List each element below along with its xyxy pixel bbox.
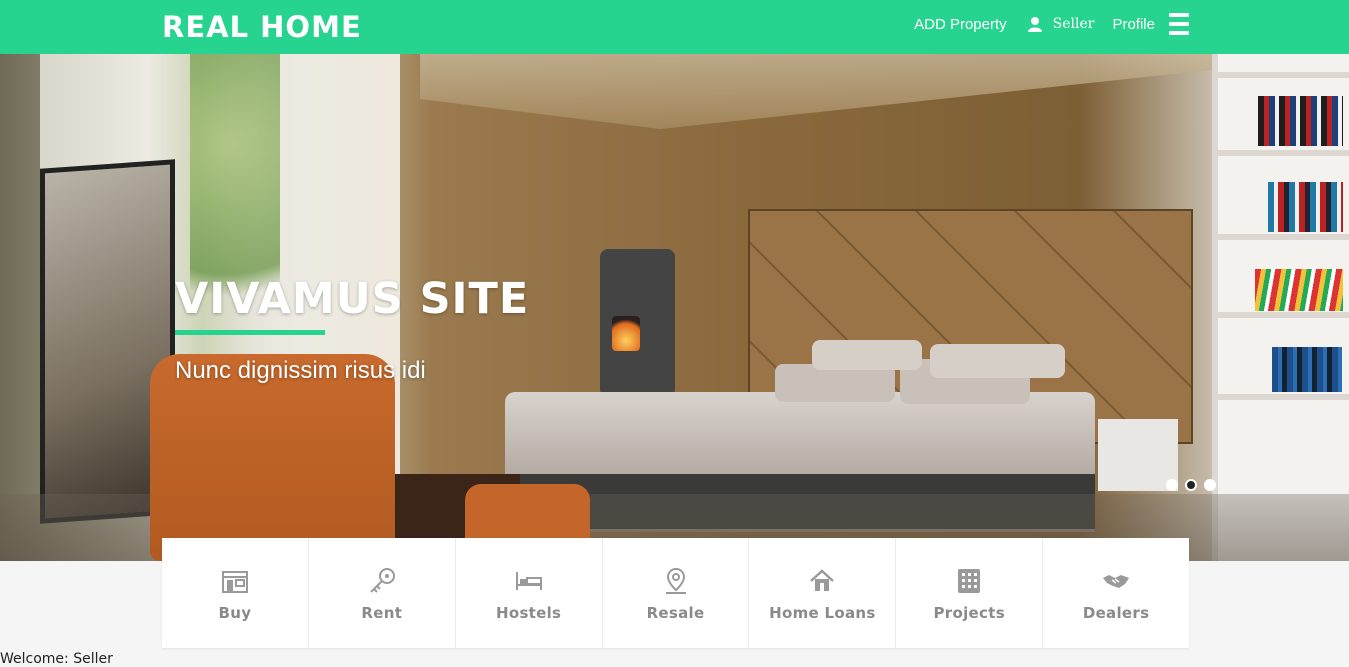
category-rent[interactable]: Rent	[309, 538, 456, 648]
category-projects[interactable]: Projects	[896, 538, 1044, 648]
brand-logo[interactable]: REAL HOME	[162, 10, 362, 44]
hero-image-books	[1272, 347, 1342, 392]
hero-image-shelf-line	[1216, 234, 1349, 240]
slider-dot-1[interactable]	[1166, 479, 1178, 491]
slider-dot-3[interactable]	[1204, 479, 1216, 491]
key-icon	[370, 568, 395, 593]
hero-title: VIVAMUS SITE	[175, 274, 530, 324]
hero-image-pillow	[812, 340, 922, 370]
category-label: Rent	[361, 604, 403, 622]
house-icon	[810, 569, 835, 591]
category-label: Home Loans	[769, 604, 876, 622]
bed-icon	[515, 572, 542, 590]
hero-image-shelf-line	[1216, 394, 1349, 400]
building-icon	[958, 569, 981, 593]
category-label: Dealers	[1082, 604, 1150, 622]
hamburger-menu-icon[interactable]	[1169, 13, 1189, 35]
category-label: Projects	[933, 604, 1005, 622]
hero-image-pillow	[930, 344, 1065, 378]
hero-title-underline	[175, 330, 325, 335]
welcome-text: Welcome: Seller	[0, 651, 113, 667]
hero-image-shelf-line	[1216, 72, 1349, 78]
hero-image-books	[1258, 96, 1343, 146]
hero-subtitle: Nunc dignissim risus idi	[175, 357, 426, 384]
seller-link[interactable]: Seller	[1027, 16, 1095, 32]
add-property-link[interactable]: ADD Property	[914, 16, 1007, 33]
map-pin-icon	[665, 567, 686, 594]
category-buy[interactable]: Buy	[162, 538, 309, 648]
slider-dot-2[interactable]	[1185, 479, 1197, 491]
hero-image-fire	[612, 316, 640, 351]
category-home-loans[interactable]: Home Loans	[749, 538, 897, 648]
user-icon	[1027, 17, 1042, 32]
category-label: Resale	[646, 604, 705, 622]
slider-dots	[1166, 479, 1223, 491]
hero-image-chair	[150, 354, 395, 561]
category-label: Hostels	[495, 604, 562, 622]
hero-image-books	[1255, 269, 1343, 311]
top-navbar: REAL HOME ADD Property Seller Profile	[0, 0, 1349, 54]
category-label: Buy	[218, 604, 252, 622]
seller-label: Seller	[1052, 16, 1095, 32]
hero-image-shelf-line	[1216, 312, 1349, 318]
hero-caption: VIVAMUS SITE Nunc dignissim risus idi	[175, 274, 529, 385]
category-dealers[interactable]: Dealers	[1043, 538, 1189, 648]
hero-slider: VIVAMUS SITE Nunc dignissim risus idi	[0, 54, 1349, 561]
hero-image-shelf-line	[1216, 150, 1349, 156]
nav-links: ADD Property Seller Profile	[896, 13, 1189, 35]
profile-link[interactable]: Profile	[1112, 16, 1155, 33]
hero-image-books	[1268, 182, 1343, 232]
store-icon	[221, 571, 248, 593]
category-bar: Buy Rent Hostels Resale Home Loans Proje…	[162, 538, 1189, 648]
hero-image-ceiling	[420, 54, 1220, 129]
category-resale[interactable]: Resale	[603, 538, 750, 648]
category-hostels[interactable]: Hostels	[456, 538, 603, 648]
handshake-icon	[1103, 575, 1130, 588]
